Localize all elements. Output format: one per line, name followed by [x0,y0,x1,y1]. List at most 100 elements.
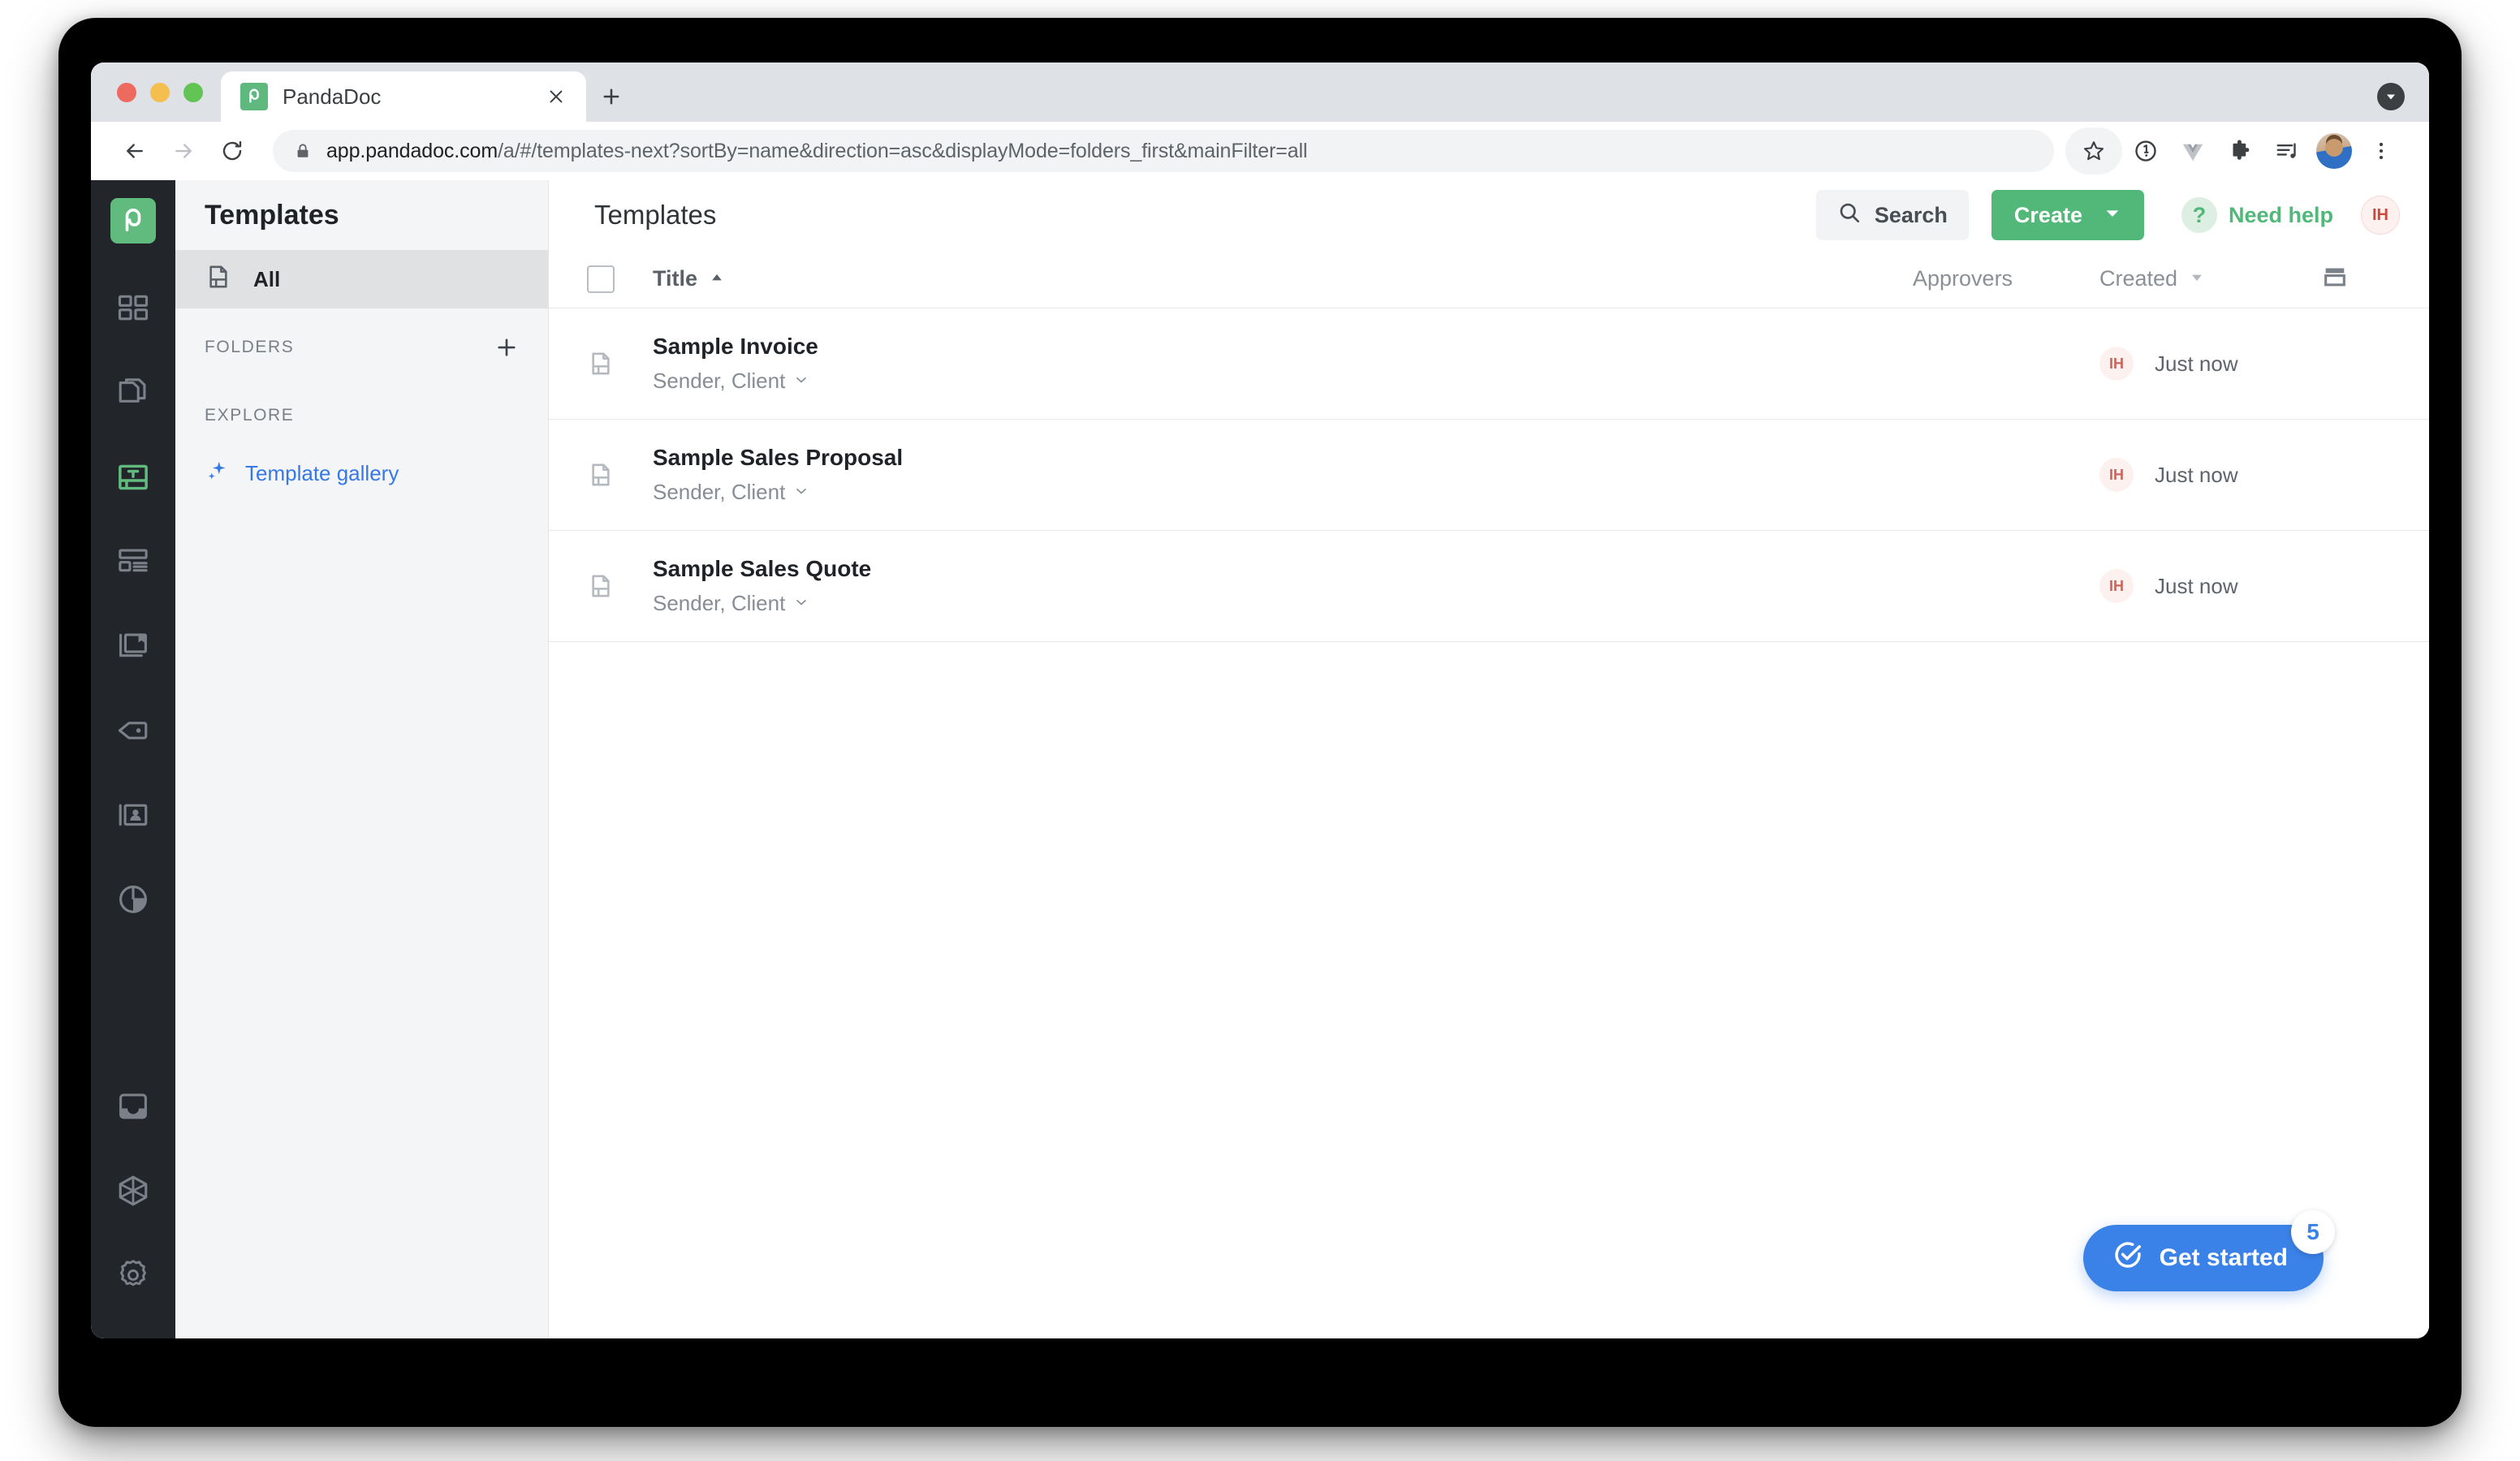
get-started-button[interactable]: Get started 5 [2082,1210,2335,1291]
user-avatar-badge[interactable]: IH [2361,196,2400,235]
sidebar-item-contacts[interactable] [91,773,175,857]
chrome-menu-icon[interactable] [2358,127,2405,175]
creator-avatar: IH [2099,569,2134,603]
primary-nav-rail [91,180,175,1338]
reload-icon[interactable] [208,127,257,175]
sidebar-item-all[interactable]: All [175,250,548,308]
search-button-label: Search [1874,202,1948,227]
url-path: /a/#/templates-next?sortBy=name&directio… [498,139,1308,162]
sidebar-header-title: Templates [205,199,339,231]
url-text: app.pandadoc.com/a/#/templates-next?sort… [326,140,1308,163]
sidebar-item-all-label: All [253,266,281,291]
sort-descending-icon [2189,266,2205,291]
select-all-checkbox-cell [549,265,653,293]
sidebar-item-template-gallery-label: Template gallery [245,460,399,485]
url-domain: app.pandadoc.com [326,139,498,162]
new-tab-button[interactable] [586,71,636,122]
browser-toolbar: app.pandadoc.com/a/#/templates-next?sort… [91,122,2429,180]
search-button[interactable]: Search [1815,190,1969,240]
template-roles[interactable]: Sender, Client [653,368,1913,394]
sidebar-item-reports[interactable] [91,857,175,942]
template-roles[interactable]: Sender, Client [653,480,1913,505]
table-header-row: Title Approvers Created [549,250,2429,308]
column-header-approvers[interactable]: Approvers [1913,266,2099,291]
sidebar-item-integrations[interactable] [91,1149,175,1233]
need-help-label: Need help [2228,202,2333,227]
sidebar-item-pricing-tables[interactable] [91,688,175,773]
column-header-title-label: Title [653,266,698,291]
bookmark-star-icon[interactable] [2065,127,2122,175]
tab-search-icon[interactable] [2377,83,2405,110]
address-bar[interactable]: app.pandadoc.com/a/#/templates-next?sort… [273,130,2054,172]
chevron-down-icon [2104,203,2121,228]
column-header-title[interactable]: Title [653,266,1913,291]
chevron-down-icon [793,591,809,616]
sidebar-item-settings[interactable] [91,1233,175,1317]
template-created-time: Just now [2155,573,2238,598]
browser-tab-strip: PandaDoc [91,62,2429,122]
minimize-window-button[interactable] [150,82,170,102]
template-doc-icon [205,263,232,296]
sidebar-section-explore: EXPLORE [175,386,548,450]
template-created-cell: IH Just now [2099,569,2270,603]
maximize-window-button[interactable] [183,82,203,102]
template-title[interactable]: Sample Invoice [653,334,1913,360]
vue-devtools-icon[interactable] [2169,127,2216,175]
chevron-down-icon [793,480,809,505]
sparkle-icon [205,459,229,489]
main-content: Templates Search Create ? Need help IH T… [549,180,2429,1338]
template-roles-label: Sender, Client [653,480,786,504]
close-tab-icon[interactable] [544,84,568,109]
table-row[interactable]: Sample Sales Proposal Sender, Client IH … [549,420,2429,531]
get-started-label: Get started [2159,1244,2288,1271]
window-traffic-lights [91,62,221,122]
column-header-created[interactable]: Created [2099,266,2270,291]
table-row[interactable]: Sample Invoice Sender, Client IH Just no… [549,308,2429,420]
sidebar-item-inbox[interactable] [91,1064,175,1149]
extensions-puzzle-icon[interactable] [2216,127,2263,175]
forward-icon [159,127,208,175]
onepassword-icon[interactable] [2122,127,2169,175]
pandadoc-favicon-icon [240,83,268,110]
sidebar-section-explore-label: EXPLORE [205,406,295,425]
sidebar-item-dashboard[interactable] [91,266,175,351]
sidebar-item-content-library[interactable] [91,519,175,604]
sidebar-item-templates[interactable] [91,435,175,519]
reading-list-icon[interactable] [2263,127,2311,175]
pandadoc-logo-icon[interactable] [110,198,156,244]
templates-sidebar: Templates All FOLDERS EXPLORE Template g… [175,180,549,1338]
table-row[interactable]: Sample Sales Quote Sender, Client IH Jus… [549,531,2429,642]
template-title[interactable]: Sample Sales Proposal [653,445,1913,471]
select-all-checkbox[interactable] [587,265,615,293]
template-created-cell: IH Just now [2099,458,2270,492]
column-header-created-label: Created [2099,266,2178,291]
search-icon [1837,200,1862,231]
browser-tab[interactable]: PandaDoc [221,71,586,122]
sort-ascending-icon [709,266,725,291]
sidebar-section-folders-label: FOLDERS [205,338,295,356]
column-settings-cell [2270,263,2400,295]
close-window-button[interactable] [117,82,136,102]
template-roles-label: Sender, Client [653,591,786,615]
create-button[interactable]: Create [1991,190,2144,240]
template-created-time: Just now [2155,351,2238,376]
template-roles[interactable]: Sender, Client [653,591,1913,616]
need-help-button[interactable]: ? Need help [2181,197,2333,233]
sidebar-item-catalog[interactable] [91,604,175,688]
back-icon[interactable] [110,127,159,175]
sidebar-section-folders: FOLDERS [175,308,548,386]
tab-strip-right-controls [2377,83,2405,110]
template-title[interactable]: Sample Sales Quote [653,556,1913,582]
template-doc-icon [549,350,653,377]
browser-window: PandaDoc app.pandadoc.com/a/#/templates-… [91,62,2429,1338]
sidebar-item-template-gallery[interactable]: Template gallery [175,450,548,497]
add-folder-icon[interactable] [494,335,519,360]
page-title: Templates [594,200,717,230]
get-started-badge: 5 [2291,1210,2335,1254]
layout-density-icon[interactable] [2321,263,2349,295]
profile-avatar-icon[interactable] [2311,127,2358,175]
question-mark-icon: ? [2181,197,2217,233]
app-container: Templates All FOLDERS EXPLORE Template g… [91,180,2429,1338]
sidebar-item-documents[interactable] [91,351,175,435]
creator-avatar: IH [2099,347,2134,381]
